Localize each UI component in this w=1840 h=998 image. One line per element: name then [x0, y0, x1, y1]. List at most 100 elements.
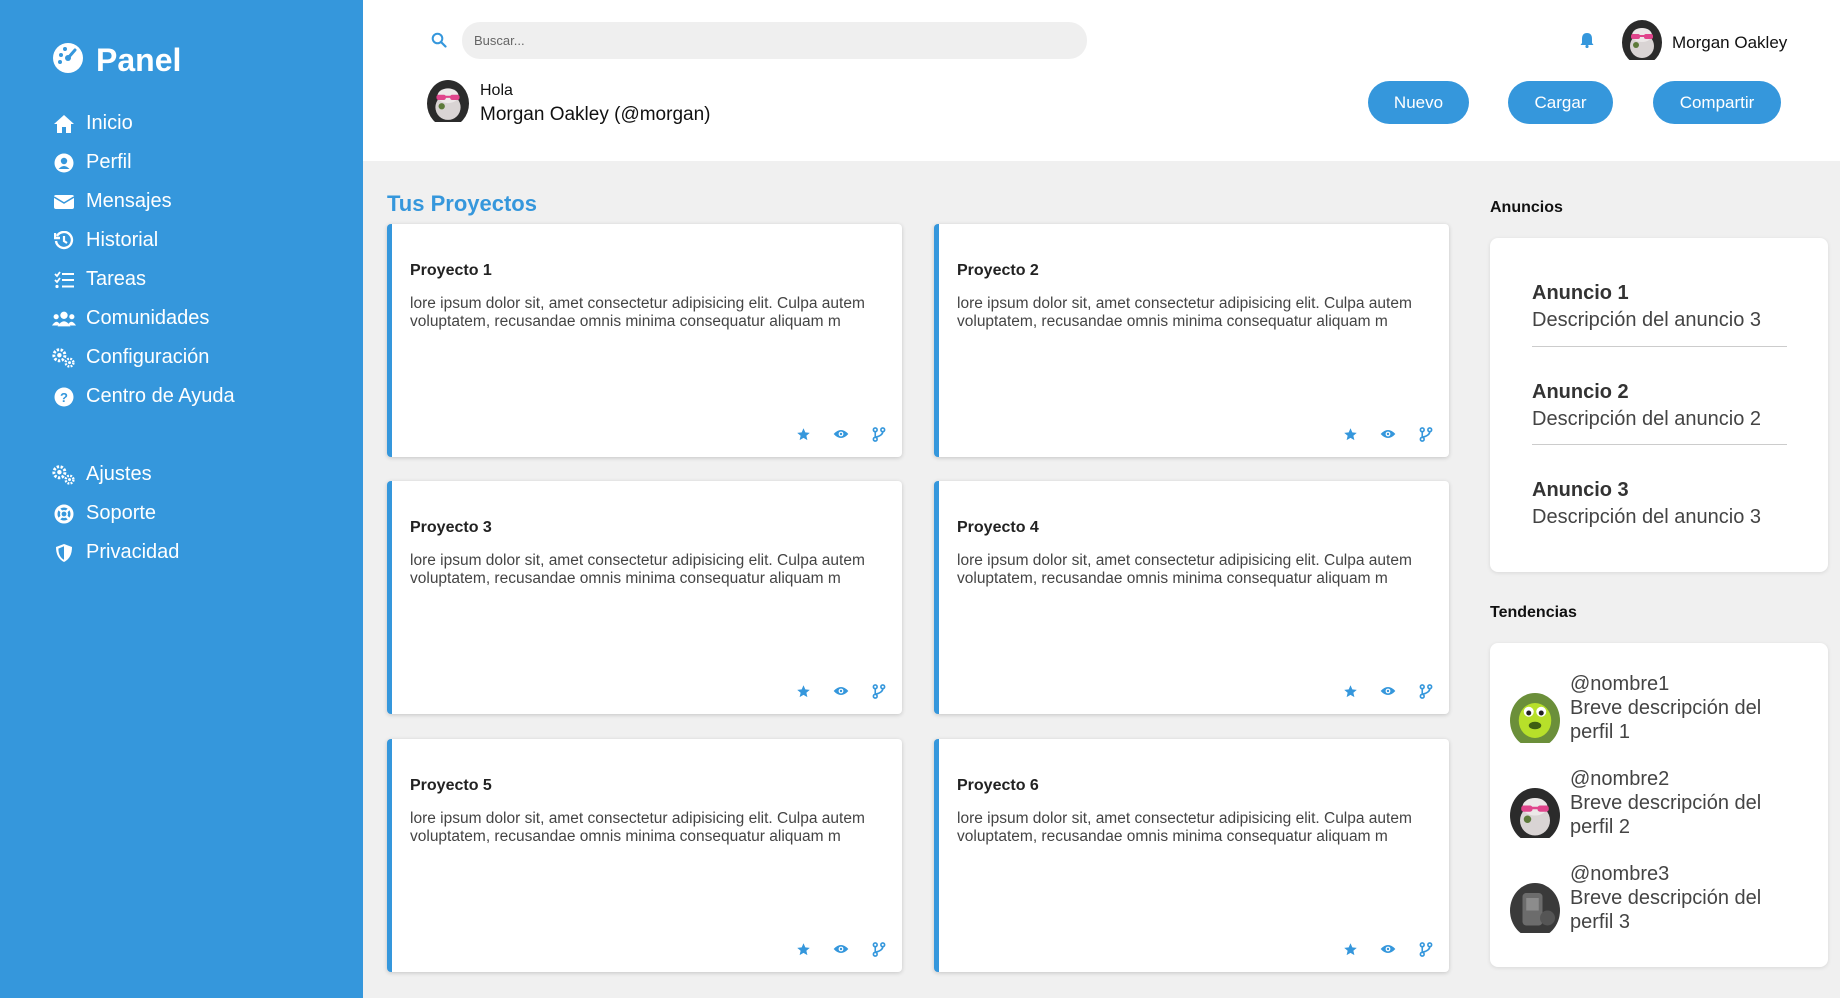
announcement-item[interactable]: Anuncio 3 Descripción del anuncio 3 — [1532, 479, 1761, 529]
project-desc: lore ipsum dolor sit, amet consectetur a… — [410, 295, 865, 330]
project-actions — [1341, 425, 1435, 443]
project-card[interactable]: Proyecto 4 lore ipsum dolor sit, amet con… — [934, 481, 1449, 714]
sidebar-item-comunidades[interactable]: Comunidades — [52, 299, 235, 338]
sidebar-item-ajustes[interactable]: Ajustes — [52, 455, 179, 494]
project-card[interactable]: Proyecto 3 lore ipsum dolor sit, amet con… — [387, 481, 902, 714]
divider — [1532, 444, 1787, 445]
project-title: Proyecto 5 — [410, 777, 492, 794]
announcement-title: Anuncio 1 — [1532, 282, 1629, 304]
star-icon[interactable] — [1341, 425, 1359, 443]
avatar — [1510, 693, 1560, 748]
sidebar-item-inicio[interactable]: Inicio — [52, 104, 235, 143]
eye-icon[interactable] — [832, 425, 850, 443]
announcement-item[interactable]: Anuncio 2 Descripción del anuncio 2 — [1532, 381, 1761, 431]
project-card[interactable]: Proyecto 2 lore ipsum dolor sit, amet con… — [934, 224, 1449, 457]
trend-item[interactable]: @nombre1 Breve descripción del perfil 1 — [1510, 673, 1780, 748]
eye-icon[interactable] — [832, 940, 850, 958]
project-desc: lore ipsum dolor sit, amet consectetur a… — [410, 810, 865, 845]
eye-icon[interactable] — [1379, 425, 1397, 443]
brand[interactable]: Panel — [52, 42, 181, 79]
trend-handle: @nombre3 — [1570, 863, 1670, 885]
bell-icon[interactable] — [1580, 32, 1594, 53]
sidebar-item-soporte[interactable]: Soporte — [52, 494, 179, 533]
sidebar-item-configuracion[interactable]: Configuración — [52, 338, 235, 377]
project-actions — [1341, 682, 1435, 700]
fork-icon[interactable] — [870, 682, 888, 700]
star-icon[interactable] — [1341, 940, 1359, 958]
project-desc: lore ipsum dolor sit, amet consectetur a… — [957, 295, 1412, 330]
announcement-desc: Descripción del anuncio 3 — [1532, 506, 1762, 528]
star-icon[interactable] — [794, 425, 812, 443]
trend-handle: @nombre2 — [1570, 768, 1670, 790]
trend-item[interactable]: @nombre2 Breve descripción del perfil 2 — [1510, 768, 1780, 843]
avatar — [1510, 883, 1560, 938]
sidebar-item-historial[interactable]: Historial — [52, 221, 235, 260]
project-card[interactable]: Proyecto 1 lore ipsum dolor sit, amet con… — [387, 224, 902, 457]
sidebar-item-centro-de-ayuda[interactable]: ? Centro de Ayuda — [52, 377, 235, 416]
envelope-icon — [52, 190, 76, 214]
gears-icon — [52, 346, 76, 370]
svg-text:?: ? — [60, 390, 68, 405]
greeting: Hola Morgan Oakley (@morgan) — [427, 80, 710, 127]
avatar — [1510, 788, 1560, 843]
sidebar-item-label: Ajustes — [86, 463, 152, 485]
new-button[interactable]: Nuevo — [1368, 81, 1469, 124]
announcements-title: Anuncios — [1490, 199, 1563, 216]
sidebar-item-privacidad[interactable]: Privacidad — [52, 533, 179, 572]
tasks-icon — [52, 268, 76, 292]
sidebar-item-label: Comunidades — [86, 307, 210, 329]
sidebar-item-label: Tareas — [86, 268, 147, 290]
announcement-desc: Descripción del anuncio 2 — [1532, 408, 1762, 430]
home-icon — [52, 112, 76, 136]
project-card[interactable]: Proyecto 5 lore ipsum dolor sit, amet con… — [387, 739, 902, 972]
star-icon[interactable] — [794, 682, 812, 700]
project-actions — [794, 940, 888, 958]
fork-icon[interactable] — [870, 425, 888, 443]
sidebar-item-label: Privacidad — [86, 541, 180, 563]
eye-icon[interactable] — [832, 682, 850, 700]
sidebar-item-label: Soporte — [86, 502, 157, 524]
dashboard-gauge-icon — [52, 42, 84, 79]
brand-label: Panel — [96, 42, 182, 78]
star-icon[interactable] — [1341, 682, 1359, 700]
fork-icon[interactable] — [1417, 940, 1435, 958]
trends-title: Tendencias — [1490, 604, 1577, 621]
project-actions — [794, 682, 888, 700]
project-title: Proyecto 2 — [957, 262, 1039, 279]
fork-icon[interactable] — [1417, 425, 1435, 443]
divider — [1532, 346, 1787, 347]
question-circle-icon: ? — [52, 385, 76, 409]
sidebar-item-mensajes[interactable]: Mensajes — [52, 182, 235, 221]
eye-icon[interactable] — [1379, 682, 1397, 700]
project-card[interactable]: Proyecto 6 lore ipsum dolor sit, amet con… — [934, 739, 1449, 972]
load-button[interactable]: Cargar — [1508, 81, 1613, 124]
search-icon[interactable] — [431, 32, 447, 53]
fork-icon[interactable] — [1417, 682, 1435, 700]
nav-primary: Inicio Perfil Mensajes Historial Tareas … — [52, 104, 235, 416]
announcement-item[interactable]: Anuncio 1 Descripción del anuncio 3 — [1532, 282, 1761, 332]
announcements-panel: Anuncio 1 Descripción del anuncio 3 Anun… — [1490, 238, 1828, 572]
share-button[interactable]: Compartir — [1653, 81, 1781, 124]
announcement-title: Anuncio 3 — [1532, 479, 1629, 501]
gears-icon — [52, 463, 76, 487]
project-desc: lore ipsum dolor sit, amet consectetur a… — [957, 810, 1412, 845]
announcement-title: Anuncio 2 — [1532, 381, 1629, 403]
project-title: Proyecto 4 — [957, 519, 1039, 536]
sidebar: Panel Inicio Perfil Mensajes Historial T… — [0, 0, 363, 998]
sidebar-item-tareas[interactable]: Tareas — [52, 260, 235, 299]
eye-icon[interactable] — [1379, 940, 1397, 958]
fork-icon[interactable] — [870, 940, 888, 958]
search-input[interactable] — [462, 22, 1087, 59]
project-title: Proyecto 3 — [410, 519, 492, 536]
trends-panel: @nombre1 Breve descripción del perfil 1 … — [1490, 643, 1828, 967]
project-desc: lore ipsum dolor sit, amet consectetur a… — [957, 552, 1412, 587]
history-icon — [52, 229, 76, 253]
project-actions — [794, 425, 888, 443]
project-title: Proyecto 6 — [957, 777, 1039, 794]
star-icon[interactable] — [794, 940, 812, 958]
user-menu[interactable]: Morgan Oakley — [1622, 20, 1787, 65]
sidebar-item-label: Historial — [86, 229, 159, 251]
sidebar-item-perfil[interactable]: Perfil — [52, 143, 235, 182]
avatar — [427, 80, 469, 127]
trend-item[interactable]: @nombre3 Breve descripción del perfil 3 — [1510, 863, 1780, 938]
